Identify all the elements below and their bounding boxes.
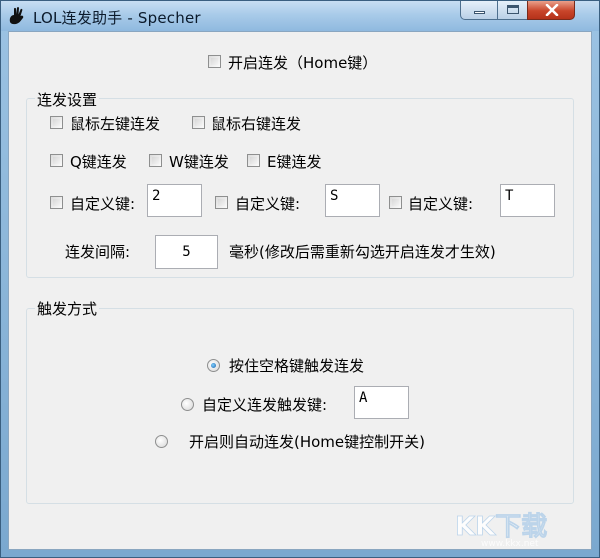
title-bar[interactable]: LOL连发助手 - Specher [1,1,599,31]
custom-key-2-input[interactable]: S [325,184,380,217]
app-logo-icon [9,7,24,25]
w-key-label: W键连发 [169,153,229,171]
custom-key-3-checkbox[interactable] [389,196,402,209]
custom-key-2-label: 自定义键: [235,195,301,213]
q-key-label: Q键连发 [70,153,127,171]
custom-key-1-label: 自定义键: [70,195,136,213]
maximize-icon [507,5,519,14]
site-watermark-logo: KK下载 www.kkx.net [455,512,548,547]
svg-text:KK下载: KK下载 [455,512,547,542]
svg-text:www.kkx.net: www.kkx.net [481,539,539,547]
main-panel: 开启连发（Home键） 连发设置 鼠标左键连发 鼠标右键连发 Q键连发 W键连发… [8,31,592,550]
custom-key-2-checkbox[interactable] [215,196,228,209]
window-title: LOL连发助手 - Specher [33,9,201,27]
close-button[interactable] [527,1,575,20]
close-icon [545,4,559,16]
custom-trigger-label: 自定义连发触发键: [202,396,328,414]
custom-key-1-input[interactable]: 2 [147,184,202,217]
minimize-icon [474,11,485,14]
custom-key-3-input[interactable]: T [500,184,555,217]
e-key-label: E键连发 [267,153,322,171]
left-mouse-checkbox[interactable] [50,116,63,129]
minimize-button[interactable] [460,1,498,20]
auto-trigger-label: 开启则自动连发(Home键控制开关) [189,433,426,451]
right-mouse-checkbox[interactable] [192,116,205,129]
enable-checkbox[interactable] [208,55,221,68]
space-trigger-radio[interactable] [207,359,220,372]
custom-key-1-checkbox[interactable] [50,196,63,209]
interval-input[interactable]: 5 [155,235,218,269]
custom-trigger-radio[interactable] [181,398,194,411]
interval-label: 连发间隔: [65,243,131,261]
trigger-group-title: 触发方式 [35,298,100,319]
enable-label: 开启连发（Home键） [228,54,378,72]
custom-trigger-input[interactable]: A [354,386,409,419]
right-mouse-label: 鼠标右键连发 [211,115,302,133]
maximize-button[interactable] [497,1,528,20]
w-key-checkbox[interactable] [149,154,162,167]
left-mouse-label: 鼠标左键连发 [70,115,161,133]
auto-trigger-radio[interactable] [155,435,168,448]
space-trigger-label: 按住空格键触发连发 [229,357,365,375]
app-window: LOL连发助手 - Specher 开启连发（Home键） 连发设置 鼠标左键连… [0,0,600,558]
custom-key-3-label: 自定义键: [408,195,474,213]
interval-note: 毫秒(修改后需重新勾选开启连发才生效) [229,243,496,261]
settings-group-title: 连发设置 [35,89,100,110]
e-key-checkbox[interactable] [247,154,260,167]
q-key-checkbox[interactable] [50,154,63,167]
